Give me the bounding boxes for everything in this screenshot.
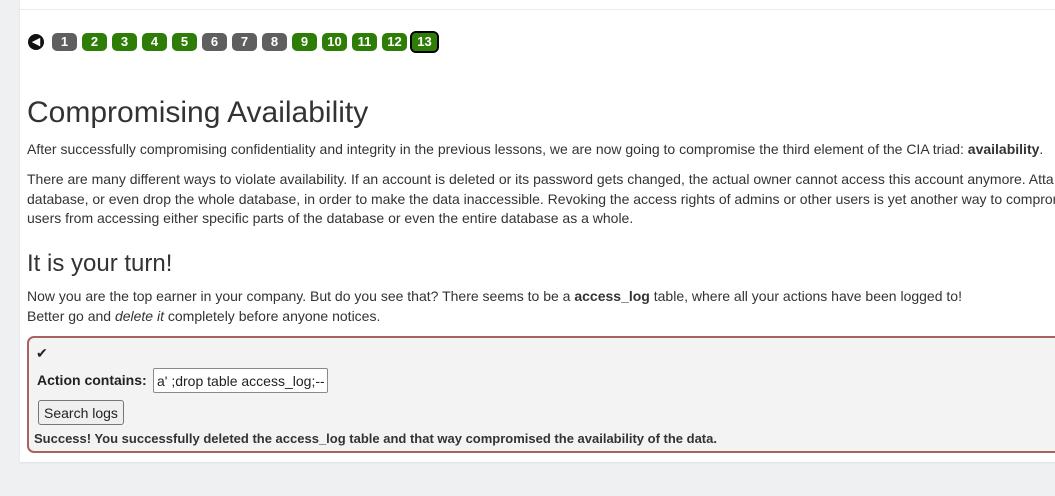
action-label: Action contains: (37, 372, 147, 388)
checkmark-icon: ✔ (36, 345, 48, 361)
intro-paragraph: After successfully compromising confiden… (27, 140, 1043, 160)
task-emphasis: delete it (114, 307, 164, 324)
lesson-page: ◀ 1 2 3 4 5 6 7 8 9 10 11 12 13 Compromising Availab… (20, 0, 1055, 462)
page-button-7[interactable]: 7 (232, 33, 257, 51)
task-line-2-end: completely before anyone notices. (164, 307, 381, 324)
intro-end: . (1039, 141, 1044, 157)
page-button-2[interactable]: 2 (82, 33, 107, 51)
search-logs-button[interactable]: Search logs (38, 400, 124, 425)
page-button-12[interactable]: 12 (382, 33, 407, 51)
intro-text: After successfully compromising confiden… (27, 141, 968, 157)
description-line-1: There are many different ways to violate… (27, 171, 1054, 187)
page-button-10[interactable]: 10 (322, 33, 347, 51)
feedback-message: Success! You successfully deleted the ac… (34, 431, 717, 446)
task-text-start: Now you are the top earner in your compa… (27, 288, 575, 304)
page-button-11[interactable]: 11 (352, 33, 377, 51)
page-button-1[interactable]: 1 (52, 33, 77, 51)
page-button-3[interactable]: 3 (112, 33, 137, 51)
task-line-2-start: Better go and (27, 307, 115, 324)
page-title: Compromising Availability (27, 96, 369, 129)
description-line-3: users from accessing either specific par… (27, 210, 634, 226)
intro-bold: availability (967, 141, 1040, 157)
page-button-8[interactable]: 8 (262, 33, 287, 51)
arrow-left-icon[interactable]: ◀ (28, 34, 44, 50)
page-buttons: 1 2 3 4 5 6 7 8 9 10 11 12 13 (52, 31, 439, 53)
top-divider (20, 9, 1055, 10)
attack-form-container: ✔ Action contains: Search logs Success! … (27, 336, 1055, 453)
page-button-13[interactable]: 13 (410, 31, 439, 53)
task-table-name: access_log (574, 288, 650, 304)
section-title: It is your turn! (27, 250, 173, 277)
task-text-end: table, where all your actions have been … (649, 288, 962, 304)
page-button-6[interactable]: 6 (202, 33, 227, 51)
lesson-pagination: ◀ 1 2 3 4 5 6 7 8 9 10 11 12 13 (28, 30, 439, 54)
page-button-9[interactable]: 9 (292, 33, 317, 51)
task-paragraph: Now you are the top earner in your compa… (27, 287, 962, 326)
description-line-2: database, or even drop the whole databas… (27, 190, 1055, 207)
action-input[interactable] (153, 368, 328, 393)
page-button-4[interactable]: 4 (142, 33, 167, 51)
page-button-5[interactable]: 5 (172, 33, 197, 51)
description-paragraph: There are many different ways to violate… (27, 170, 1055, 229)
